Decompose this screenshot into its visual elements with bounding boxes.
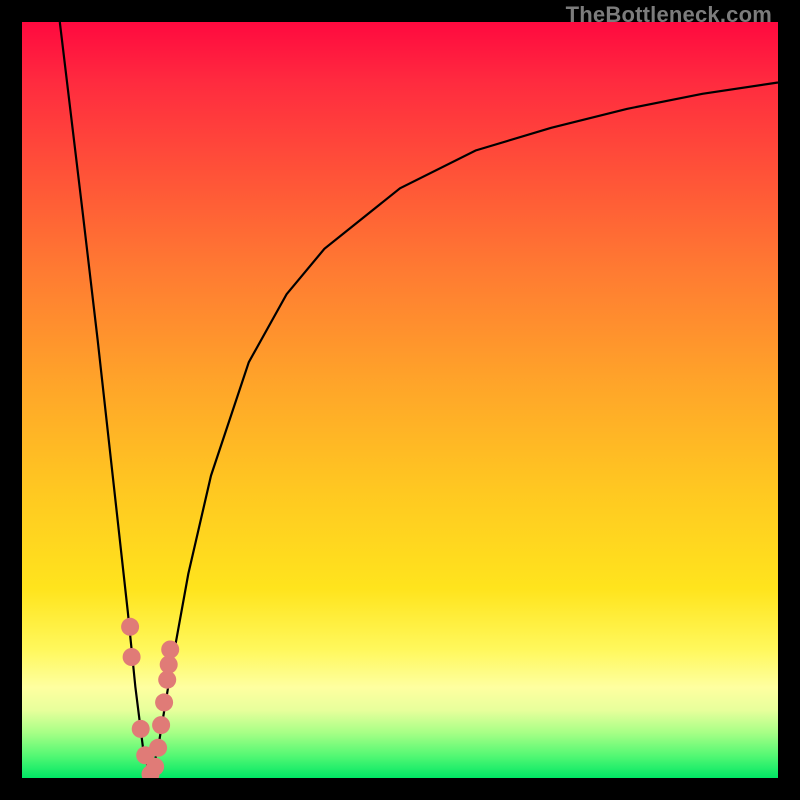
measured-point	[123, 648, 141, 666]
measured-point	[161, 641, 179, 659]
chart-frame: TheBottleneck.com	[0, 0, 800, 800]
measured-point	[132, 720, 150, 738]
chart-svg	[22, 22, 778, 778]
measured-point	[146, 758, 164, 776]
plot-area	[22, 22, 778, 778]
measured-point	[149, 739, 167, 757]
measured-point	[155, 693, 173, 711]
measured-point	[152, 716, 170, 734]
measured-point	[121, 618, 139, 636]
